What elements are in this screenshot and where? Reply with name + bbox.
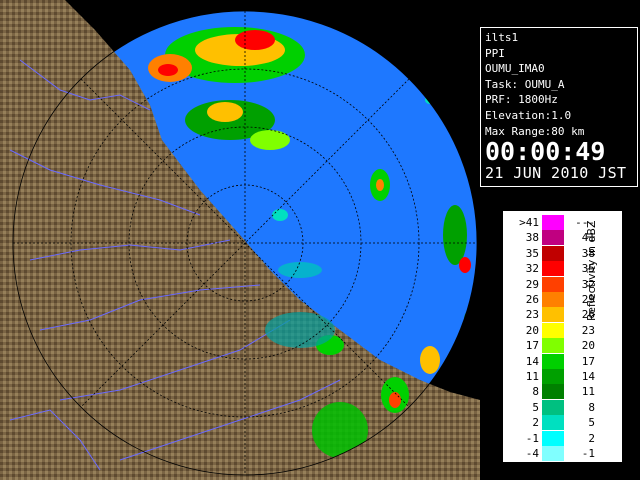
legend-row: 29 32: [503, 276, 622, 292]
legend-color-swatch: [542, 292, 564, 307]
radar-name: ilts1: [485, 31, 519, 44]
legend-color-swatch: [542, 353, 564, 369]
legend-lower-bound: 35: [525, 246, 539, 260]
legend-color-swatch: [542, 276, 564, 292]
legend-color-swatch: [542, 446, 564, 461]
legend-row: 58: [503, 399, 622, 415]
legend-upper-bound: -1: [581, 447, 595, 460]
legend-upper-bound: 8: [588, 400, 595, 414]
legend-color-swatch: [542, 307, 564, 323]
legend-lower-bound: -4: [525, 447, 539, 460]
legend-upper-bound: 17: [581, 354, 595, 368]
legend-lower-bound: 26: [525, 293, 539, 306]
elevation-label: Elevation:1.0: [485, 108, 572, 122]
legend-row: >41 ---: [503, 215, 622, 230]
legend-row: 38 41: [503, 230, 622, 246]
legend-lower-bound: -1: [525, 431, 539, 445]
reflectivity-legend: >41 --- 38 41 35 38 32 35 29 32 26 29 23 26 20 23 17 20 14…: [502, 210, 623, 463]
legend-upper-bound: 2: [588, 431, 595, 445]
legend-color-swatch: [542, 399, 564, 415]
legend-color-swatch: [542, 338, 564, 354]
legend-row: 20 23: [503, 322, 622, 338]
legend-row: 32 35: [503, 261, 622, 277]
legend-lower-bound: 38: [525, 231, 539, 245]
legend-lower-bound: 5: [532, 400, 539, 414]
radar-info-panel: ilts1 PPI OUMU_IMA0 Task: OUMU_A PRF: 18…: [480, 27, 638, 187]
legend-row: 8 11: [503, 384, 622, 400]
legend-lower-bound: 2: [532, 416, 539, 430]
legend-row: 11 14: [503, 369, 622, 384]
scan-type: PPI: [485, 46, 505, 60]
legend-upper-bound: 5: [588, 416, 595, 430]
legend-row: 17 20: [503, 338, 622, 354]
legend-lower-bound: 8: [532, 385, 539, 399]
legend-row: 25: [503, 415, 622, 431]
legend-color-swatch: [542, 230, 564, 246]
legend-color-swatch: [542, 415, 564, 431]
legend-color-swatch: [542, 245, 564, 261]
legend-color-swatch: [542, 215, 564, 230]
legend-upper-bound: 14: [581, 370, 595, 383]
prf-label: PRF: 1800Hz: [485, 93, 558, 107]
legend-lower-bound: 14: [525, 354, 539, 368]
legend-lower-bound: 11: [525, 370, 539, 383]
legend-row: 14 17: [503, 353, 622, 369]
legend-row: -1 2: [503, 430, 622, 446]
scan-date: 21 JUN 2010 JST: [485, 164, 627, 183]
radar-ppi-map: [0, 0, 480, 480]
legend-row: 26 29: [503, 292, 622, 307]
legend-row: -4 -1: [503, 446, 622, 461]
legend-color-swatch: [542, 261, 564, 277]
legend-lower-bound: 32: [525, 262, 539, 276]
legend-lower-bound: 17: [525, 339, 539, 353]
legend-lower-bound: 23: [525, 308, 539, 322]
site-name: OUMU_IMA0: [485, 62, 545, 76]
legend-row: 35 38: [503, 245, 622, 261]
legend-color-swatch: [542, 430, 564, 446]
legend-upper-bound: 11: [581, 385, 595, 399]
task-label: Task: OUMU_A: [485, 77, 565, 91]
legend-upper-bound: 23: [581, 323, 595, 337]
legend-lower-bound: >41: [519, 216, 539, 229]
scan-time: 00:00:49: [485, 137, 606, 167]
legend-color-swatch: [542, 384, 564, 400]
legend-color-swatch: [542, 322, 564, 338]
legend-lower-bound: 20: [525, 323, 539, 337]
legend-upper-bound: 20: [581, 339, 595, 353]
legend-row: 23 26: [503, 307, 622, 323]
legend-unit-label: Reflectivity in dBZ: [585, 220, 598, 321]
legend-lower-bound: 29: [525, 277, 539, 291]
legend-color-swatch: [542, 369, 564, 384]
